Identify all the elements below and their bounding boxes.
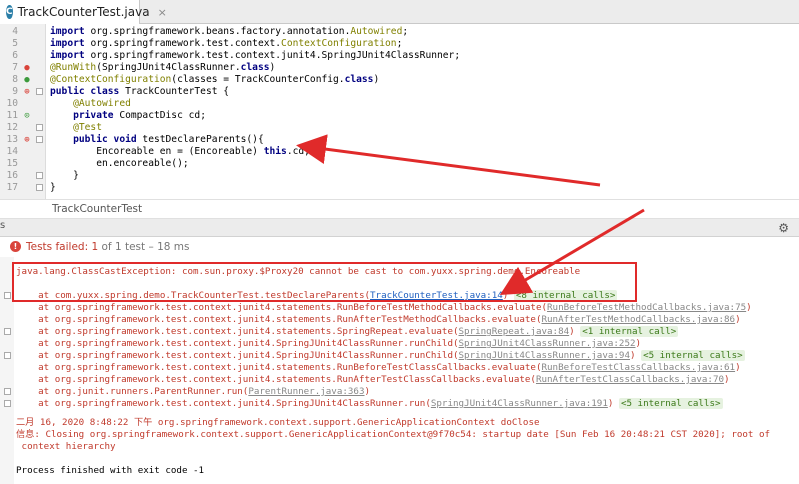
arrow-to-stack-frame bbox=[499, 208, 645, 296]
arrow-to-cast-line bbox=[296, 134, 601, 187]
annotation-arrows bbox=[296, 134, 645, 296]
